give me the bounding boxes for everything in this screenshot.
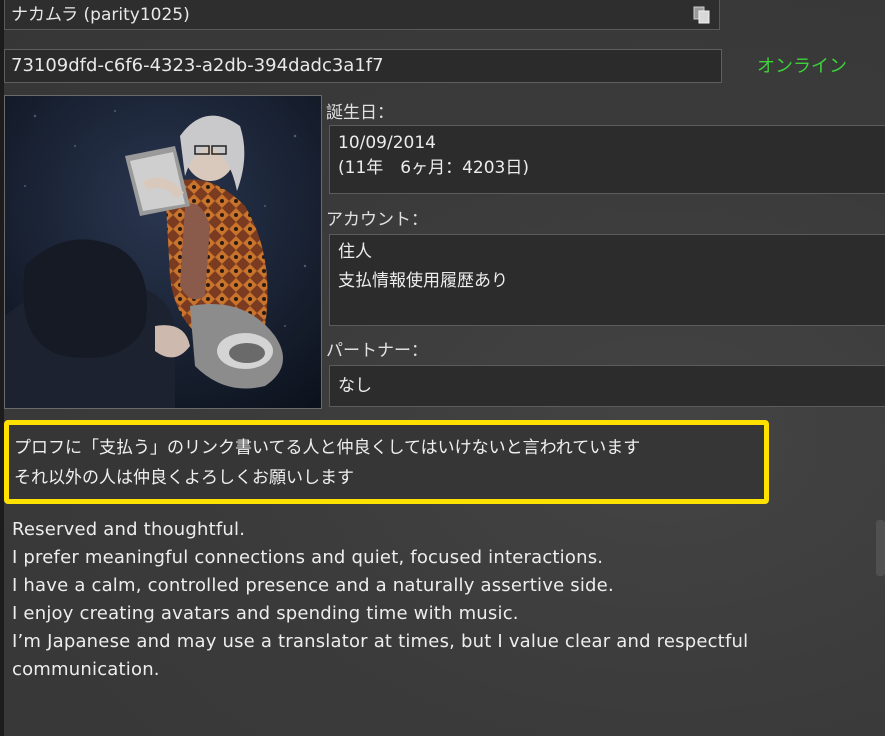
partner-box: なし — [329, 365, 885, 407]
about-jp-line-1: プロフに「支払う」のリンク書いてる人と仲良くしてはいけないと言われています — [14, 438, 641, 458]
birthday-age: (11年 6ヶ月：4203日) — [338, 158, 529, 178]
partner-label: パートナー： — [326, 341, 428, 361]
about-en-line-1: Reserved and thoughtful. — [12, 519, 246, 540]
copy-icon[interactable] — [692, 5, 712, 25]
about-text: Reserved and thoughtful. I prefer meanin… — [12, 516, 882, 684]
display-name-text: ナカムラ (parity1025) — [11, 5, 190, 25]
birthday-date: 10/09/2014 — [338, 133, 436, 153]
partner-value: なし — [338, 376, 372, 396]
online-status: オンライン — [757, 56, 847, 77]
birthday-label: 誕生日： — [326, 103, 394, 123]
about-en-line-4: I enjoy creating avatars and spending ti… — [12, 603, 519, 624]
display-name-field: ナカムラ (parity1025) — [4, 0, 720, 30]
account-type: 住人 — [338, 242, 372, 262]
about-en-line-6: communication. — [12, 659, 160, 680]
about-highlight-box: プロフに「支払う」のリンク書いてる人と仲良くしてはいけないと言われています それ… — [4, 420, 769, 504]
profile-picture-image — [5, 96, 321, 408]
about-en-line-2: I prefer meaningful connections and quie… — [12, 547, 604, 568]
profile-panel: ナカムラ (parity1025) 73109dfd-c6f6-4323-a2d… — [0, 0, 885, 736]
profile-picture[interactable] — [4, 95, 322, 409]
account-box: 住人 支払情報使用履歴あり — [329, 234, 885, 326]
birthday-box: 10/09/2014 (11年 6ヶ月：4203日) — [329, 125, 885, 194]
scrollbar-thumb[interactable] — [876, 520, 885, 576]
about-jp-line-2: それ以外の人は仲良くよろしくお願いします — [14, 468, 354, 488]
about-en-line-3: I have a calm, controlled presence and a… — [12, 575, 614, 596]
about-en-line-5: I’m Japanese and may use a translator at… — [12, 631, 749, 652]
account-label: アカウント： — [326, 210, 428, 230]
uuid-text: 73109dfd-c6f6-4323-a2db-394dadc3a1f7 — [11, 55, 384, 76]
account-payment: 支払情報使用履歴あり — [338, 271, 508, 291]
uuid-field[interactable]: 73109dfd-c6f6-4323-a2db-394dadc3a1f7 — [4, 49, 722, 83]
